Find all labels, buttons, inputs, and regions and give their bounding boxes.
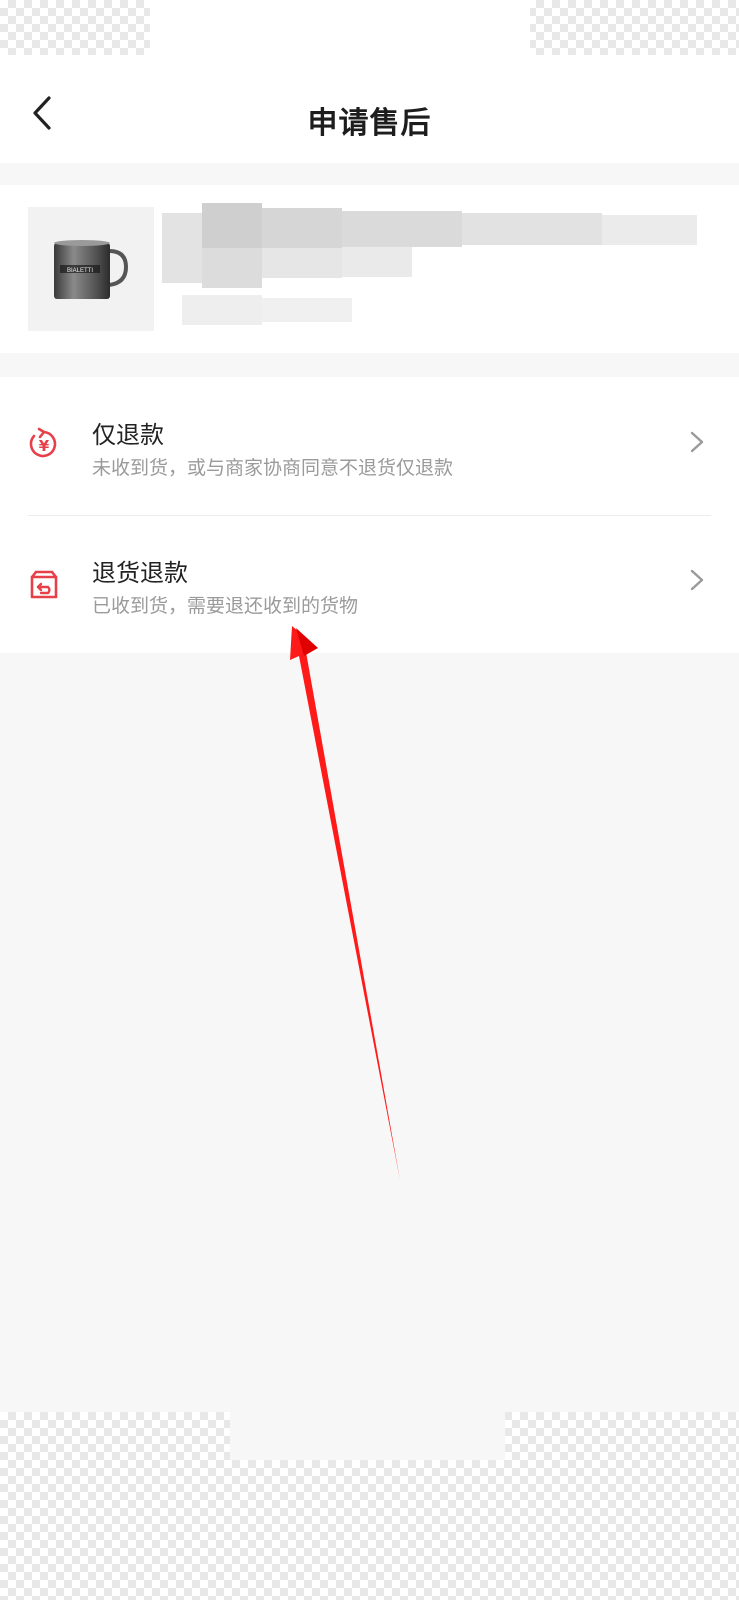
- svg-text:¥: ¥: [39, 437, 50, 455]
- mug-image-icon: BIALETTI: [54, 240, 129, 299]
- chevron-right-icon: [690, 569, 704, 591]
- option-desc: 未收到货，或与商家协商同意不退货仅退款: [92, 457, 454, 479]
- option-return-refund[interactable]: 退货退款 已收到货，需要退还收到的货物: [0, 515, 739, 653]
- option-title: 退货退款: [92, 559, 188, 587]
- option-desc: 已收到货，需要退还收到的货物: [92, 595, 359, 617]
- option-title: 仅退款: [92, 421, 164, 449]
- option-refund-only[interactable]: ¥ 仅退款 未收到货，或与商家协商同意不退货仅退款: [0, 377, 739, 516]
- chevron-right-icon: [690, 431, 704, 453]
- refund-yen-icon: ¥: [29, 427, 57, 458]
- product-name-pixelated: [162, 203, 697, 325]
- nav-header: 申请售后: [0, 55, 739, 163]
- return-box-icon: [30, 570, 58, 599]
- product-thumbnail: BIALETTI: [28, 207, 154, 331]
- mug-brand-text: BIALETTI: [67, 268, 93, 274]
- product-card[interactable]: BIALETTI: [0, 185, 739, 353]
- page-title: 申请售后: [307, 106, 432, 141]
- bottom-area: [0, 1412, 739, 1600]
- after-sale-options: ¥ 仅退款 未收到货，或与商家协商同意不退货仅退款 退货退款 已收到货，需要退还…: [0, 377, 739, 653]
- status-bar-area: [0, 0, 739, 55]
